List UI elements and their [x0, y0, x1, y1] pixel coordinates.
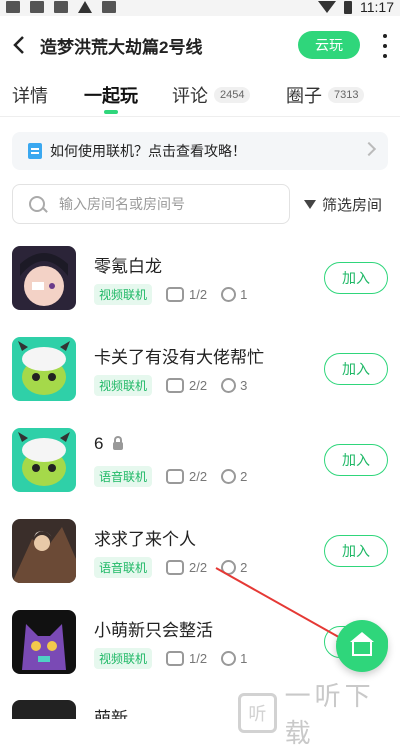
watermark: 听 一听下载 [238, 676, 400, 750]
watermark-logo: 听 [238, 693, 277, 733]
create-room-fab[interactable] [336, 620, 388, 672]
watermark-text: 一听下载 [284, 681, 375, 748]
home-plus-icon [350, 632, 374, 656]
annotation-arrow [215, 567, 350, 643]
